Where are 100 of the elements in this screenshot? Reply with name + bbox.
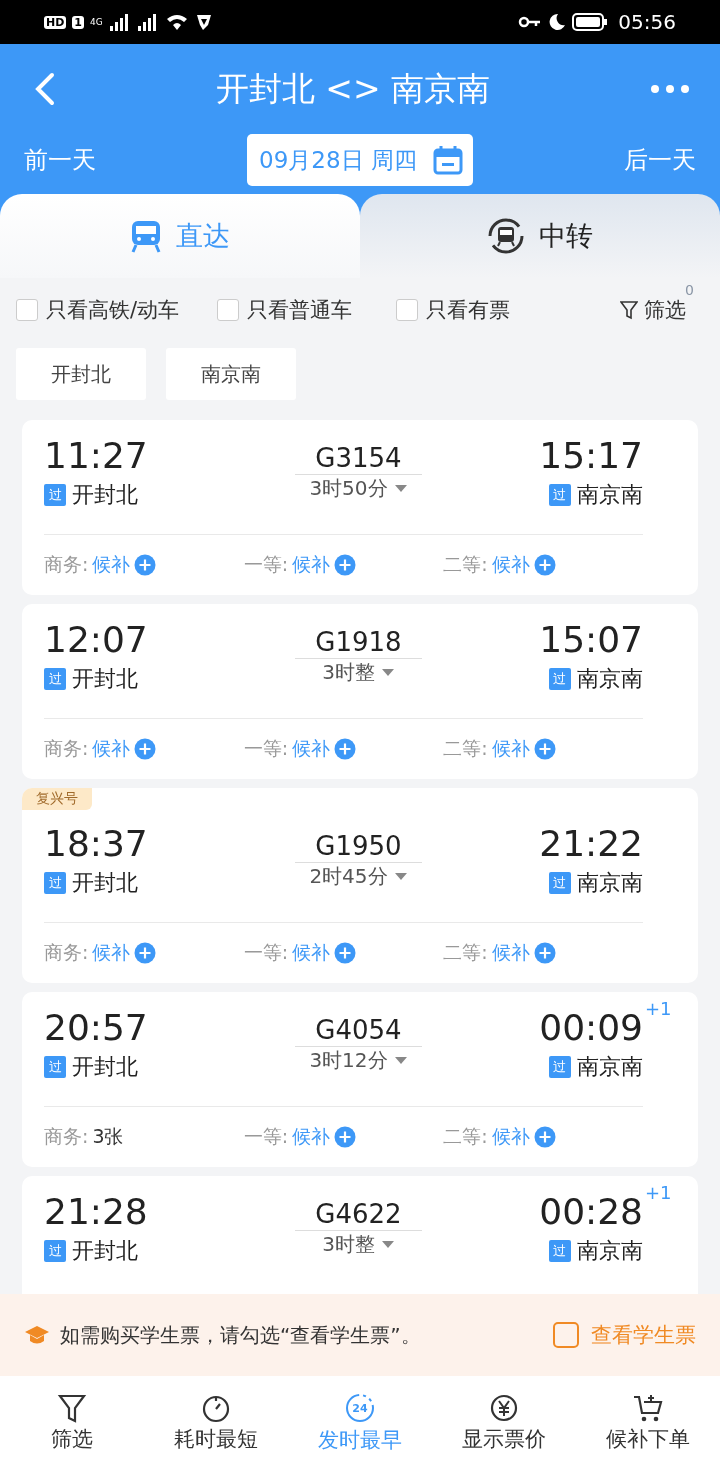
add-icon[interactable] [334, 554, 357, 576]
more-icon[interactable] [650, 84, 690, 94]
seat-availability: 候补 [491, 940, 530, 965]
station-tag: 过 [549, 872, 571, 894]
seat-availability: 3张 [92, 1124, 124, 1149]
departure-station: 开封北 [72, 481, 138, 509]
caret-icon[interactable] [393, 484, 408, 493]
seat-class-label: 一等: [243, 552, 289, 577]
train-number: G3154 [295, 442, 422, 475]
checkbox[interactable] [16, 299, 38, 321]
duration: 3时整 [322, 659, 375, 686]
seat-class-label: 二等: [443, 552, 488, 577]
add-icon[interactable] [134, 942, 157, 964]
add-icon[interactable] [533, 554, 556, 576]
arrival-time: 21:22 [539, 823, 643, 864]
station-tag: 过 [549, 668, 571, 690]
calendar-icon [432, 145, 463, 175]
duration: 3时整 [322, 1231, 375, 1258]
filter-icon [620, 300, 638, 320]
departure-time: 20:57 [44, 1006, 149, 1050]
train-number: G4622 [295, 1198, 422, 1231]
departure-time: 18:37 [44, 822, 149, 866]
add-icon[interactable] [334, 1126, 357, 1148]
station-chip[interactable]: 开封北 [16, 348, 146, 400]
transfer-icon [487, 217, 525, 255]
add-icon[interactable] [134, 554, 157, 576]
add-icon[interactable] [533, 738, 556, 760]
checkbox-label: 只看有票 [426, 297, 511, 324]
train-number: G1950 [295, 830, 422, 863]
filter-button[interactable]: 筛选 [620, 296, 704, 324]
seat-class-label: 商务: [44, 940, 89, 965]
checkbox[interactable] [396, 299, 419, 321]
checkbox[interactable] [553, 1322, 579, 1348]
station-tag: 过 [44, 872, 66, 894]
seat-availability: 候补 [292, 736, 331, 761]
status-badge: 1 [72, 15, 84, 29]
day-offset: +1 [645, 998, 672, 1019]
nav-item[interactable]: 耗时最短 [144, 1376, 288, 1469]
arrival-time: 00:28 [539, 1191, 643, 1232]
filter-icon [57, 1392, 87, 1423]
caret-icon[interactable] [393, 1056, 408, 1065]
station-tag: 过 [44, 484, 66, 506]
yen-icon [489, 1392, 519, 1423]
nav-item[interactable]: 筛选 [0, 1376, 144, 1469]
caret-icon[interactable] [380, 1240, 395, 1249]
seat-class-label: 二等: [443, 940, 488, 965]
station-tag: 过 [44, 668, 66, 690]
station-chip[interactable]: 南京南 [166, 348, 296, 400]
seat-class-label: 二等: [443, 1124, 488, 1149]
network-type: 4G [90, 17, 103, 27]
seat-class-label: 商务: [44, 552, 89, 577]
seat-availability: 候补 [491, 1124, 530, 1149]
seat-class-label: 一等: [243, 736, 289, 761]
seat-availability: 候补 [491, 552, 530, 577]
train-number: G4054 [295, 1014, 422, 1047]
arrival-station: 南京南 [577, 665, 643, 693]
train-card[interactable]: 12:07 过 开封北 G1918 3时整 15:07 过 南京南 商务: 候补 一等: 候补 二等: 候补 [22, 604, 698, 779]
signal-icon [108, 13, 131, 31]
seat-availability: 候补 [92, 940, 131, 965]
train-card[interactable]: 复兴号 18:37 过 开封北 G1950 2时45分 21:22 过 南京南 商务: 候补 一等: 候补 二等: 候补 [22, 788, 698, 983]
train-icon [130, 219, 162, 253]
status-badge: HD [44, 15, 67, 29]
status-time: 05:56 [618, 10, 676, 34]
back-icon[interactable] [34, 72, 56, 106]
cart-icon [632, 1392, 664, 1423]
arrival-station: 南京南 [577, 1237, 643, 1265]
add-icon[interactable] [134, 738, 157, 760]
add-icon[interactable] [533, 942, 556, 964]
checkbox-label: 只看高铁/动车 [46, 297, 180, 324]
train-number: G1918 [295, 626, 422, 659]
add-icon[interactable] [334, 942, 357, 964]
graduation-cap-icon [24, 1324, 50, 1346]
departure-time: 21:28 [44, 1190, 149, 1234]
station-tag: 过 [549, 484, 571, 506]
seat-availability: 候补 [292, 940, 331, 965]
add-icon[interactable] [334, 738, 357, 760]
nav-item[interactable]: 候补下单 [576, 1376, 720, 1469]
station-tag: 过 [549, 1056, 571, 1078]
seat-availability: 候补 [92, 736, 131, 761]
departure-station: 开封北 [72, 665, 138, 693]
train-card[interactable]: 11:27 过 开封北 G3154 3时50分 15:17 过 南京南 商务: 候补 一等: 候补 二等: 候补 [22, 420, 698, 595]
checkbox[interactable] [217, 299, 240, 321]
arrival-station: 南京南 [577, 869, 643, 897]
departure-station: 开封北 [72, 1237, 138, 1265]
filter-count: 0 [685, 282, 694, 298]
train-type-badge: 复兴号 [22, 788, 92, 810]
shield-icon [194, 13, 213, 31]
seat-class-label: 一等: [243, 940, 289, 965]
duration: 3时12分 [309, 1047, 388, 1074]
duration: 2时45分 [309, 863, 388, 890]
arrival-time: 15:07 [539, 619, 643, 660]
day-offset: +1 [645, 1182, 672, 1203]
duration: 3时50分 [309, 475, 388, 502]
caret-icon[interactable] [380, 668, 395, 677]
seat-availability: 候补 [491, 736, 530, 761]
caret-icon[interactable] [393, 872, 408, 881]
seat-class-label: 一等: [243, 1124, 289, 1149]
nav-item[interactable]: 显示票价 [432, 1376, 576, 1469]
seat-availability: 候补 [92, 552, 131, 577]
add-icon[interactable] [533, 1126, 556, 1148]
